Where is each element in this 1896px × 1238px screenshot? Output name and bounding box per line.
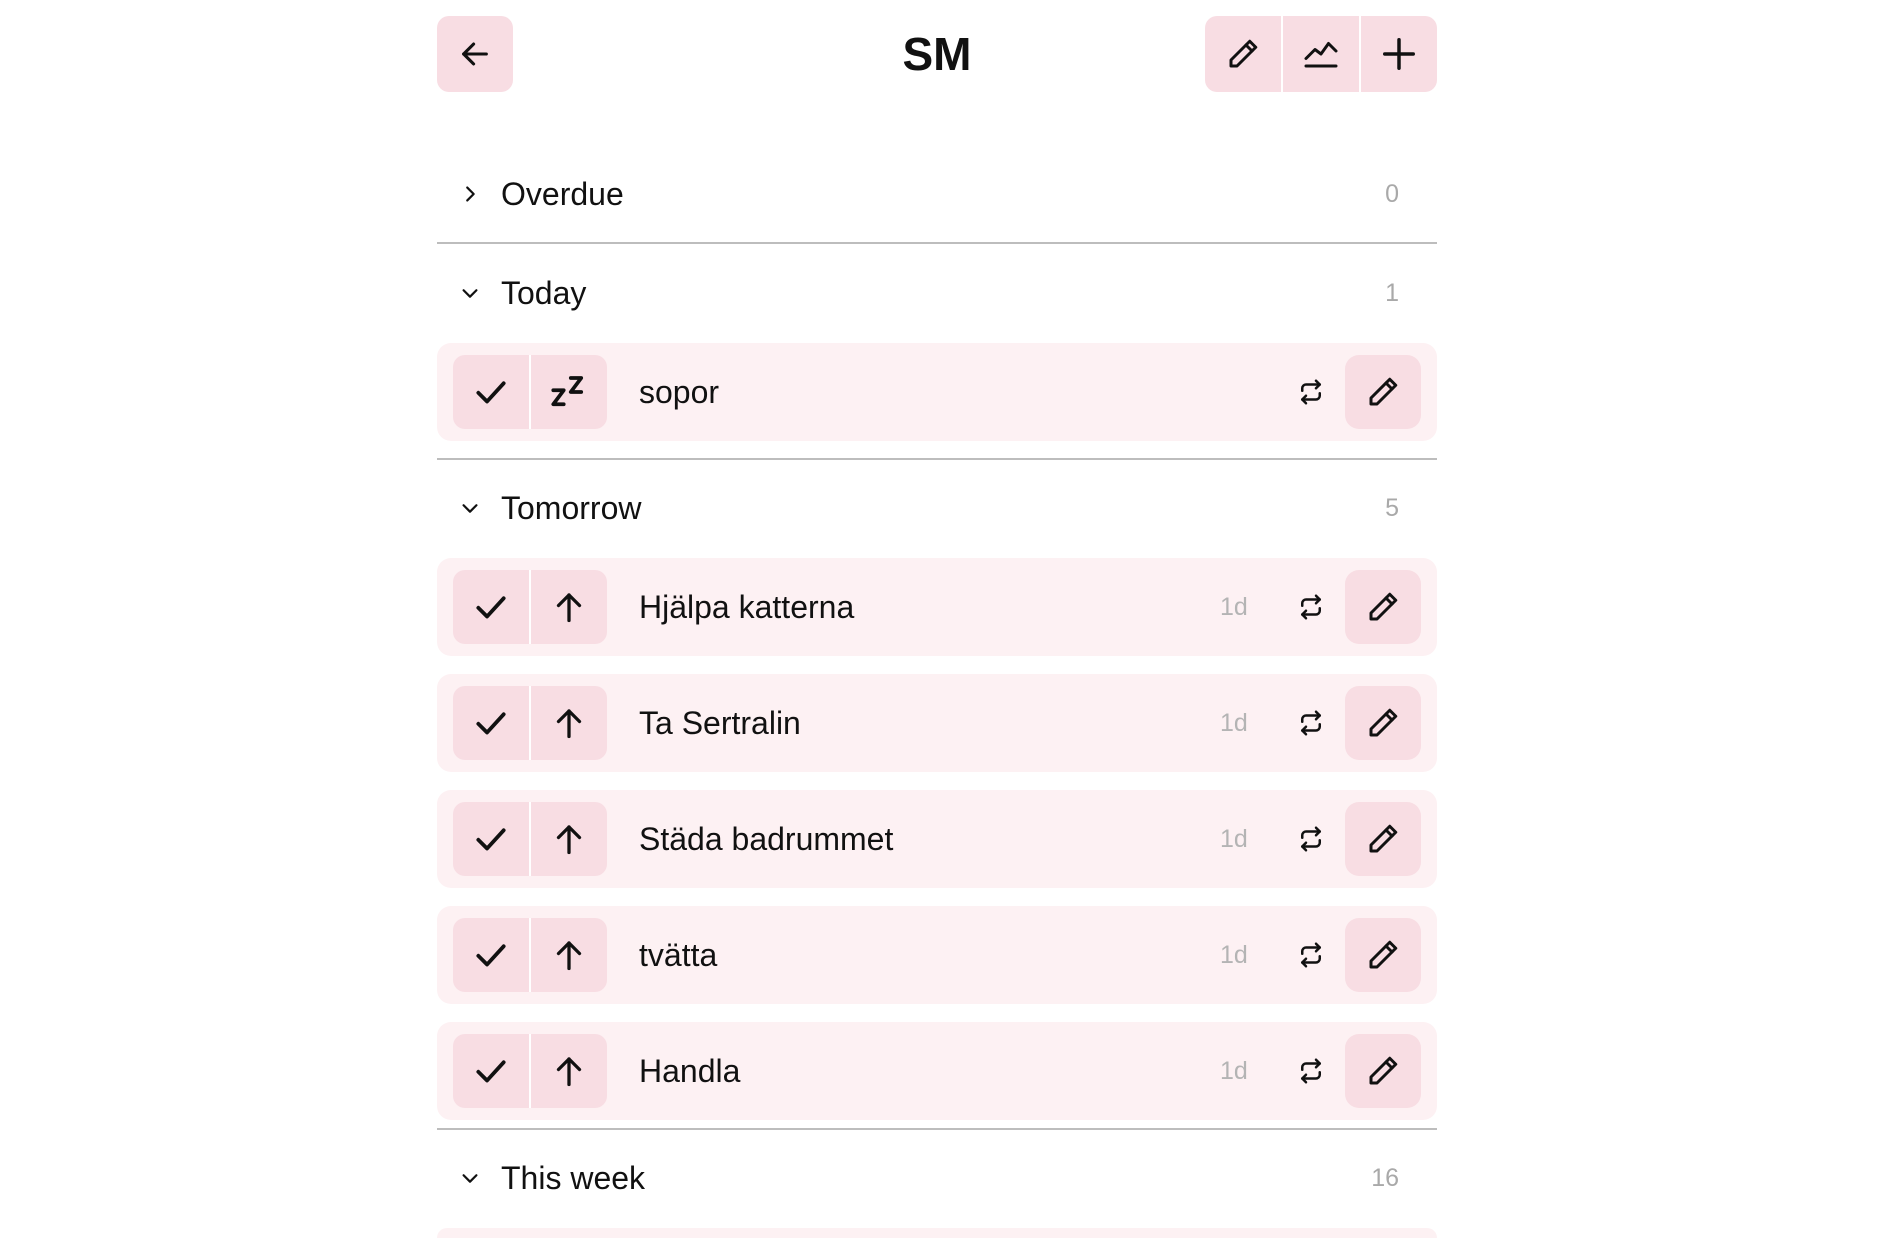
check-icon bbox=[472, 820, 510, 858]
chevron-right-icon bbox=[455, 179, 485, 209]
edit-task-button[interactable] bbox=[1345, 570, 1421, 644]
complete-task-button[interactable] bbox=[453, 802, 529, 876]
edit-task-button[interactable] bbox=[1345, 1034, 1421, 1108]
section-today-header[interactable]: Today 1 bbox=[437, 258, 1437, 328]
edit-task-button[interactable] bbox=[1345, 918, 1421, 992]
task-name: Städa badrummet bbox=[639, 821, 894, 857]
arrow-up-icon bbox=[551, 821, 587, 857]
check-icon bbox=[472, 704, 510, 742]
repeat-icon bbox=[1294, 591, 1328, 623]
task-row: Handla 1d bbox=[437, 1022, 1437, 1120]
task-name: Hjälpa katterna bbox=[639, 589, 855, 625]
chevron-down-icon bbox=[455, 278, 485, 308]
task-row: tvätta 1d bbox=[437, 906, 1437, 1004]
task-row: Städa badrummet 1d bbox=[437, 790, 1437, 888]
task-due-offset: 1d bbox=[1220, 1057, 1248, 1085]
section-label: Overdue bbox=[501, 175, 624, 212]
check-icon bbox=[472, 588, 510, 626]
snooze-icon bbox=[548, 371, 590, 413]
task-name: sopor bbox=[639, 374, 720, 410]
task-actions bbox=[453, 686, 607, 760]
task-actions bbox=[453, 802, 607, 876]
task-due-offset: 1d bbox=[1220, 593, 1248, 621]
edit-task-button[interactable] bbox=[1345, 686, 1421, 760]
statistics-button[interactable] bbox=[1281, 16, 1359, 92]
header-toolbar bbox=[1205, 16, 1437, 92]
arrow-up-icon bbox=[551, 705, 587, 741]
task-row: Ta Sertralin 1d bbox=[437, 674, 1437, 772]
arrow-left-icon bbox=[458, 37, 492, 71]
repeat-icon bbox=[1294, 707, 1328, 739]
move-up-button[interactable] bbox=[529, 686, 607, 760]
task-due-offset: 1d bbox=[1220, 709, 1248, 737]
chart-line-icon bbox=[1301, 36, 1341, 72]
complete-task-button[interactable] bbox=[453, 686, 529, 760]
section-label: Today bbox=[501, 274, 587, 311]
task-name: tvätta bbox=[639, 937, 718, 973]
edit-list-button[interactable] bbox=[1205, 16, 1281, 92]
divider bbox=[437, 242, 1437, 244]
check-icon bbox=[472, 1052, 510, 1090]
section-count: 5 bbox=[1385, 493, 1399, 522]
divider bbox=[437, 458, 1437, 460]
edit-task-button[interactable] bbox=[1345, 355, 1421, 429]
complete-task-button[interactable] bbox=[453, 918, 529, 992]
section-label: Tomorrow bbox=[501, 489, 642, 526]
pencil-icon bbox=[1365, 589, 1401, 625]
pencil-icon bbox=[1365, 374, 1401, 410]
arrow-up-icon bbox=[551, 937, 587, 973]
section-this-week-header[interactable]: This week 16 bbox=[437, 1143, 1437, 1213]
pencil-icon bbox=[1365, 937, 1401, 973]
task-actions bbox=[453, 570, 607, 644]
repeat-icon bbox=[1294, 376, 1328, 408]
move-up-button[interactable] bbox=[529, 570, 607, 644]
section-tomorrow-header[interactable]: Tomorrow 5 bbox=[437, 473, 1437, 543]
task-row bbox=[437, 1228, 1437, 1238]
header: SM bbox=[437, 16, 1437, 92]
divider bbox=[437, 1128, 1437, 1130]
complete-task-button[interactable] bbox=[453, 1034, 529, 1108]
complete-task-button[interactable] bbox=[453, 570, 529, 644]
edit-task-button[interactable] bbox=[1345, 802, 1421, 876]
task-due-offset: 1d bbox=[1220, 941, 1248, 969]
repeat-icon bbox=[1294, 1055, 1328, 1087]
pencil-icon bbox=[1225, 36, 1261, 72]
task-row: sopor bbox=[437, 343, 1437, 441]
repeat-icon bbox=[1294, 823, 1328, 855]
move-up-button[interactable] bbox=[529, 1034, 607, 1108]
section-count: 16 bbox=[1371, 1163, 1399, 1192]
pencil-icon bbox=[1365, 1053, 1401, 1089]
pencil-icon bbox=[1365, 821, 1401, 857]
task-name: Ta Sertralin bbox=[639, 705, 801, 741]
task-row: Hjälpa katterna 1d bbox=[437, 558, 1437, 656]
section-count: 0 bbox=[1385, 179, 1399, 208]
move-up-button[interactable] bbox=[529, 918, 607, 992]
task-actions bbox=[453, 355, 607, 429]
check-icon bbox=[472, 373, 510, 411]
section-label: This week bbox=[501, 1159, 646, 1196]
task-list-page: SM Overdue 0 Today 1 sopor Tomorrow 5 Hj… bbox=[437, 0, 1437, 1238]
check-icon bbox=[472, 936, 510, 974]
back-button[interactable] bbox=[437, 16, 513, 92]
chevron-down-icon bbox=[455, 1163, 485, 1193]
section-count: 1 bbox=[1385, 278, 1399, 307]
pencil-icon bbox=[1365, 705, 1401, 741]
task-name: Handla bbox=[639, 1053, 741, 1089]
section-overdue-header[interactable]: Overdue 0 bbox=[437, 159, 1437, 229]
task-actions bbox=[453, 1034, 607, 1108]
complete-task-button[interactable] bbox=[453, 355, 529, 429]
plus-icon bbox=[1380, 35, 1418, 73]
chevron-down-icon bbox=[455, 493, 485, 523]
arrow-up-icon bbox=[551, 589, 587, 625]
task-actions bbox=[453, 918, 607, 992]
move-up-button[interactable] bbox=[529, 802, 607, 876]
repeat-icon bbox=[1294, 939, 1328, 971]
task-due-offset: 1d bbox=[1220, 825, 1248, 853]
add-task-button[interactable] bbox=[1359, 16, 1437, 92]
arrow-up-icon bbox=[551, 1053, 587, 1089]
snooze-task-button[interactable] bbox=[529, 355, 607, 429]
